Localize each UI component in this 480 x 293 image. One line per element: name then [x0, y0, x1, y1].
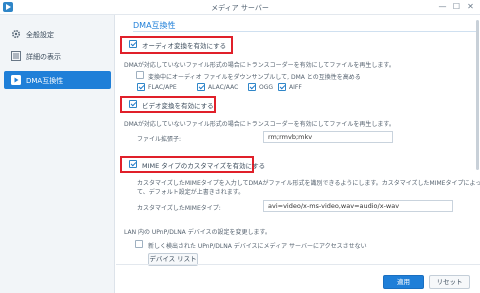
sidebar-item-label: 詳細の表示	[26, 53, 61, 61]
sidebar-item-general[interactable]: 全般設定	[4, 25, 111, 43]
footer-divider	[116, 264, 480, 265]
format-ogg-checkbox[interactable]	[248, 83, 256, 91]
reset-button[interactable]: リセット	[429, 275, 470, 289]
video-conversion-label: ビデオ変換を有効にする	[142, 102, 214, 110]
section-title: DMA互換性	[133, 21, 176, 30]
downsample-checkbox[interactable]	[136, 71, 144, 79]
mime-type-input[interactable]: avi=video/x-ms-video,wav=audio/x-wav	[263, 200, 453, 212]
format-label: AIFF	[289, 84, 302, 91]
file-extension-input[interactable]: rm;rmvb;mkv	[263, 131, 393, 143]
sidebar-item-label: 全般設定	[26, 31, 54, 39]
block-new-devices-checkbox[interactable]	[135, 240, 143, 248]
format-aiff-checkbox[interactable]	[278, 83, 286, 91]
mime-type-label: カスタマイズしたMIMEタイプ:	[137, 205, 221, 212]
play-icon	[11, 75, 21, 85]
upnp-description: LAN 内の UPnP/DLNA デバイスの設定を変更します。	[124, 229, 271, 236]
audio-conversion-label: オーディオ変換を有効にする	[142, 42, 227, 50]
format-alac-aac-checkbox[interactable]	[197, 83, 205, 91]
sidebar-item-dma-compat[interactable]: DMA互換性	[4, 71, 111, 89]
maximize-button[interactable]: ☐	[451, 2, 462, 12]
list-icon	[11, 51, 21, 61]
video-conversion-checkbox[interactable]	[129, 100, 137, 108]
gear-icon	[11, 29, 21, 39]
sidebar-item-details[interactable]: 詳細の表示	[4, 47, 111, 65]
video-description: DMAが対応していないファイル形式の場合にトランスコーダーを有効にしてファイルを…	[124, 121, 395, 128]
section-divider	[133, 31, 476, 32]
mime-description-line1: カスタマイズしたMIMEタイプを入力してDMAがファイル形式を識別できるようにし…	[137, 180, 480, 187]
format-label: OGG	[259, 84, 274, 91]
file-extension-label: ファイル拡張子:	[137, 136, 182, 143]
mime-description-line2: て、デフォルト設定が上書きされます。	[137, 189, 245, 196]
title-bar: メディア サーバー — ☐ ✕	[0, 0, 480, 15]
format-label: ALAC/AAC	[208, 84, 239, 91]
mime-customize-label: MIME タイプのカスタマイズを有効にする	[142, 162, 266, 170]
downsample-label: 変換中にオーディオ ファイルをダウンサンプルして, DMA との互換性を高める	[148, 74, 361, 81]
mime-customize-checkbox[interactable]	[129, 160, 137, 168]
window-title: メディア サーバー	[211, 4, 269, 12]
sidebar: 全般設定 詳細の表示 DMA互換性	[0, 15, 115, 293]
scrollbar[interactable]	[476, 20, 479, 170]
close-button[interactable]: ✕	[465, 2, 476, 12]
audio-description: DMAが対応していないファイル形式の場合にトランスコーダーを有効にしてファイルを…	[124, 62, 395, 69]
minimize-button[interactable]: —	[437, 2, 448, 12]
sidebar-item-label: DMA互換性	[26, 77, 64, 85]
apply-button[interactable]: 適用	[383, 275, 424, 289]
format-flac-ape-checkbox[interactable]	[137, 83, 145, 91]
format-label: FLAC/APE	[148, 84, 177, 91]
main-panel: DMA互換性 オーディオ変換を有効にする DMAが対応していないファイル形式の場…	[116, 15, 480, 293]
audio-conversion-checkbox[interactable]	[129, 40, 137, 48]
block-new-devices-label: 新しく検出された UPnP/DLNA デバイスにメディア サーバーにアクセスさせ…	[148, 243, 367, 250]
